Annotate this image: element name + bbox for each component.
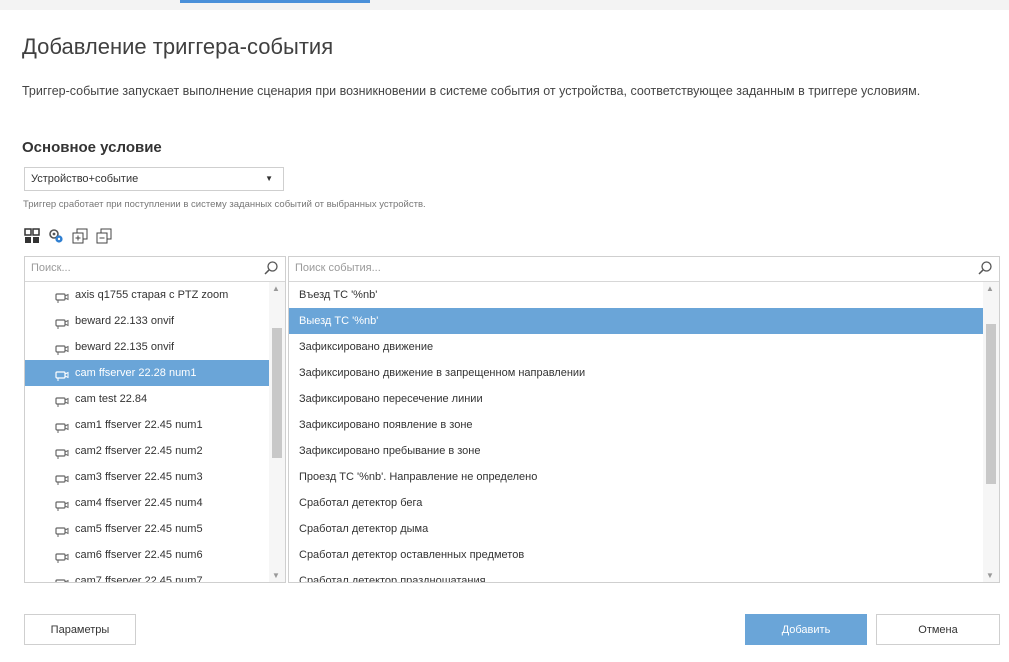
camera-icon bbox=[55, 574, 69, 582]
camera-icon bbox=[55, 548, 69, 563]
device-item-label: beward 22.135 onvif bbox=[75, 341, 175, 353]
parameters-button[interactable]: Параметры bbox=[24, 614, 136, 645]
group-tree-icon[interactable] bbox=[24, 228, 40, 244]
device-search-input[interactable]: Поиск... bbox=[31, 262, 71, 274]
event-item[interactable]: Зафиксировано движение в запрещенном нап… bbox=[289, 360, 983, 386]
device-item-label: cam7 ffserver 22.45 num7 bbox=[75, 575, 203, 583]
event-item-label: Сработал детектор праздношатания bbox=[299, 575, 486, 583]
event-item-label: Проезд ТС '%nb'. Направление не определе… bbox=[299, 471, 538, 483]
camera-icon bbox=[55, 470, 69, 485]
condition-hint: Триггер сработает при поступлении в сист… bbox=[23, 199, 426, 210]
device-item[interactable]: cam3 ffserver 22.45 num3 bbox=[25, 464, 269, 490]
tree-toolbar bbox=[24, 228, 112, 248]
device-item[interactable]: beward 22.135 onvif bbox=[25, 334, 269, 360]
expand-all-icon[interactable] bbox=[72, 228, 88, 244]
device-item[interactable]: cam6 ffserver 22.45 num6 bbox=[25, 542, 269, 568]
device-item-label: axis q1755 старая с PTZ zoom bbox=[75, 289, 229, 301]
active-tab-indicator bbox=[180, 0, 370, 3]
camera-icon bbox=[55, 340, 69, 355]
devices-settings-icon[interactable] bbox=[48, 228, 64, 244]
dialog-description: Триггер-событие запускает выполнение сце… bbox=[22, 84, 921, 98]
event-item[interactable]: Зафиксировано пересечение линии bbox=[289, 386, 983, 412]
event-item[interactable]: Проезд ТС '%nb'. Направление не определе… bbox=[289, 464, 983, 490]
event-list-panel: Поиск события... Въезд ТС '%nb' Выезд ТС … bbox=[288, 256, 1000, 583]
event-item-label: Выезд ТС '%nb' bbox=[299, 315, 379, 327]
event-item-label: Сработал детектор оставленных предметов bbox=[299, 549, 525, 561]
event-item[interactable]: Выезд ТС '%nb' bbox=[289, 308, 983, 334]
scroll-up-icon[interactable]: ▲ bbox=[986, 284, 994, 293]
event-item[interactable]: Зафиксировано пребывание в зоне bbox=[289, 438, 983, 464]
camera-icon bbox=[55, 392, 69, 407]
search-icon bbox=[263, 260, 279, 276]
event-item-label: Зафиксировано пересечение линии bbox=[299, 393, 483, 405]
event-item-label: Сработал детектор дыма bbox=[299, 523, 429, 535]
device-item[interactable]: cam test 22.84 bbox=[25, 386, 269, 412]
device-item-label: cam5 ffserver 22.45 num5 bbox=[75, 523, 203, 535]
event-item[interactable]: Зафиксировано движение bbox=[289, 334, 983, 360]
event-item[interactable]: Сработал детектор оставленных предметов bbox=[289, 542, 983, 568]
device-item[interactable]: cam5 ffserver 22.45 num5 bbox=[25, 516, 269, 542]
add-button[interactable]: Добавить bbox=[745, 614, 867, 645]
device-item[interactable]: axis q1755 старая с PTZ zoom bbox=[25, 282, 269, 308]
scroll-down-icon[interactable]: ▼ bbox=[986, 571, 994, 580]
event-list-scrollbar[interactable]: ▲ ▼ bbox=[983, 282, 999, 582]
device-item-label: cam2 ffserver 22.45 num2 bbox=[75, 445, 203, 457]
event-item[interactable]: Сработал детектор дыма bbox=[289, 516, 983, 542]
cancel-button[interactable]: Отмена bbox=[876, 614, 1000, 645]
device-list: axis q1755 старая с PTZ zoom beward 22.13… bbox=[25, 282, 269, 583]
camera-icon bbox=[55, 366, 69, 381]
camera-icon bbox=[55, 444, 69, 459]
condition-select[interactable]: Устройство+событие ▼ bbox=[24, 167, 284, 191]
dialog-title: Добавление триггера-события bbox=[22, 34, 334, 59]
event-search-input[interactable]: Поиск события... bbox=[295, 262, 381, 274]
section-title: Основное условие bbox=[22, 139, 162, 156]
scroll-down-icon[interactable]: ▼ bbox=[272, 571, 280, 580]
device-item-label: cam4 ffserver 22.45 num4 bbox=[75, 497, 203, 509]
collapse-all-icon[interactable] bbox=[96, 228, 112, 244]
event-item-label: Зафиксировано движение в запрещенном нап… bbox=[299, 367, 586, 379]
device-item-label: cam test 22.84 bbox=[75, 393, 148, 405]
device-search[interactable]: Поиск... bbox=[25, 257, 285, 282]
event-item-label: Въезд ТС '%nb' bbox=[299, 289, 378, 301]
device-item-label: cam6 ffserver 22.45 num6 bbox=[75, 549, 203, 561]
device-list-scrollbar[interactable]: ▲ ▼ bbox=[269, 282, 285, 582]
device-item[interactable]: beward 22.133 onvif bbox=[25, 308, 269, 334]
camera-icon bbox=[55, 288, 69, 303]
device-item[interactable]: cam4 ffserver 22.45 num4 bbox=[25, 490, 269, 516]
event-list: Въезд ТС '%nb' Выезд ТС '%nb' Зафиксирован… bbox=[289, 282, 983, 583]
scroll-thumb[interactable] bbox=[986, 324, 996, 484]
event-item-label: Зафиксировано появление в зоне bbox=[299, 419, 473, 431]
camera-icon bbox=[55, 496, 69, 511]
camera-icon bbox=[55, 418, 69, 433]
device-item-label: cam3 ffserver 22.45 num3 bbox=[75, 471, 203, 483]
event-item-label: Зафиксировано пребывание в зоне bbox=[299, 445, 481, 457]
scroll-thumb[interactable] bbox=[272, 328, 282, 458]
device-list-panel: Поиск... axis q1755 старая с PTZ zoom bew… bbox=[24, 256, 286, 583]
device-item-label: beward 22.133 onvif bbox=[75, 315, 175, 327]
device-item[interactable]: cam2 ffserver 22.45 num2 bbox=[25, 438, 269, 464]
event-search[interactable]: Поиск события... bbox=[289, 257, 999, 282]
device-item-label: cam ffserver 22.28 num1 bbox=[75, 367, 197, 379]
search-icon bbox=[977, 260, 993, 276]
chevron-down-icon: ▼ bbox=[265, 174, 273, 183]
condition-select-value: Устройство+событие bbox=[31, 173, 139, 185]
scroll-up-icon[interactable]: ▲ bbox=[272, 284, 280, 293]
device-item[interactable]: cam ffserver 22.28 num1 bbox=[25, 360, 269, 386]
camera-icon bbox=[55, 314, 69, 329]
event-item[interactable]: Сработал детектор бега bbox=[289, 490, 983, 516]
event-item-label: Зафиксировано движение bbox=[299, 341, 434, 353]
event-item[interactable]: Сработал детектор праздношатания bbox=[289, 568, 983, 583]
event-item[interactable]: Зафиксировано появление в зоне bbox=[289, 412, 983, 438]
device-item[interactable]: cam1 ffserver 22.45 num1 bbox=[25, 412, 269, 438]
event-item-label: Сработал детектор бега bbox=[299, 497, 423, 509]
event-item[interactable]: Въезд ТС '%nb' bbox=[289, 282, 983, 308]
window-top-strip bbox=[0, 0, 1009, 10]
device-item-label: cam1 ffserver 22.45 num1 bbox=[75, 419, 203, 431]
device-item[interactable]: cam7 ffserver 22.45 num7 bbox=[25, 568, 269, 583]
camera-icon bbox=[55, 522, 69, 537]
